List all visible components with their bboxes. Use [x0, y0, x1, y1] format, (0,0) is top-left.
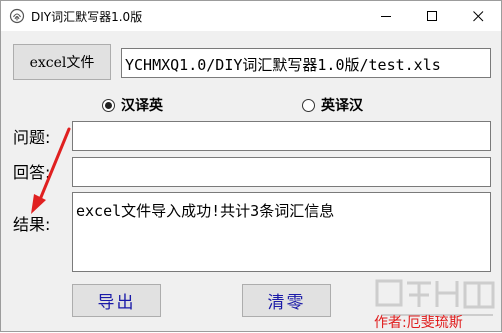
- annotation-arrow-icon: [31, 127, 71, 214]
- author-credit: 作者:厄斐琉斯: [374, 315, 463, 331]
- app-window: DIY词汇默写器1.0版 excel文件 YCHMXQ1.0/DIY词汇默写器1…: [0, 0, 502, 332]
